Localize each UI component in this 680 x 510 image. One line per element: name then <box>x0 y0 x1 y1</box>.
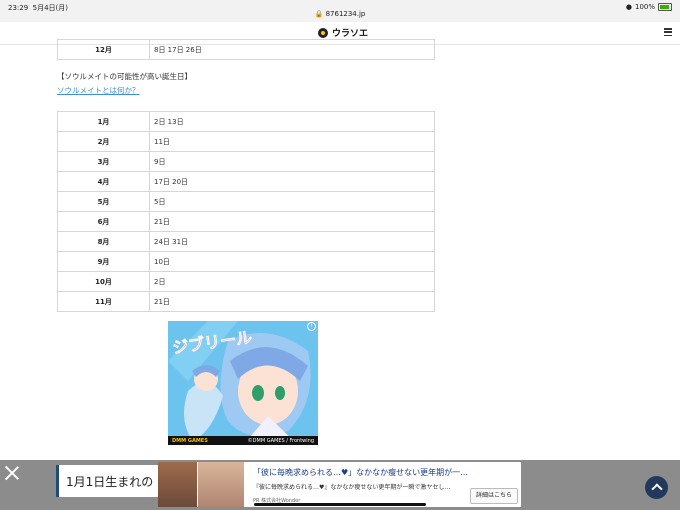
game-ad[interactable]: ジブリール i DMM GAMES ©DMM GAMES / Frontwing <box>168 321 318 445</box>
month-cell: 8月 <box>57 231 150 252</box>
table-row: 6月 21日 <box>57 211 435 232</box>
days-cell: 24日 31日 <box>149 231 435 252</box>
month-cell: 3月 <box>57 151 150 172</box>
table-row: 4月 17日 20日 <box>57 171 435 192</box>
wifi-icon: ● <box>625 3 632 11</box>
scroll-to-top-button[interactable] <box>645 476 668 499</box>
days-cell: 2日 <box>149 271 435 292</box>
days-cell: 17日 20日 <box>149 171 435 192</box>
table-row: 5月 5日 <box>57 191 435 212</box>
month-cell: 1月 <box>57 111 150 132</box>
url-text: 8761234.jp <box>325 10 366 18</box>
status-indicators: ● 100% <box>626 3 672 11</box>
table-row: 3月 9日 <box>57 151 435 172</box>
month-cell: 10月 <box>57 271 150 292</box>
home-indicator <box>254 503 426 506</box>
table-row: 12月 8日 17日 26日 <box>57 39 435 60</box>
ad-credit: ©DMM GAMES / Frontwing <box>247 437 314 444</box>
month-cell: 4月 <box>57 171 150 192</box>
soulmate-link[interactable]: ソウルメイトとは何か？ <box>57 85 140 96</box>
month-cell: 11月 <box>57 291 150 312</box>
details-button[interactable]: 詳細はこちら <box>470 488 518 504</box>
days-cell: 21日 <box>149 211 435 232</box>
table-row: 2月 11日 <box>57 131 435 152</box>
battery-percent: 100% <box>634 3 655 11</box>
table-row: 10月 2日 <box>57 271 435 292</box>
logo-icon <box>318 27 328 38</box>
ad-footer: DMM GAMES ©DMM GAMES / Frontwing <box>168 436 318 445</box>
site-name: ウラソエ <box>332 29 369 39</box>
address-bar[interactable]: 🔒 8761234.jp <box>0 10 680 18</box>
banner-title: 「彼に毎晩求められる…♥」なかなか瘦せない更年期が一… <box>253 468 469 477</box>
days-cell: 2日 13日 <box>149 111 435 132</box>
banner-thumbnail-2 <box>198 462 244 507</box>
promo-box[interactable]: 1月1日生まれの <box>56 465 160 497</box>
month-cell: 9月 <box>57 251 150 272</box>
close-icon[interactable] <box>4 465 20 481</box>
site-logo[interactable]: ウラソエ <box>318 26 368 39</box>
days-cell: 11日 <box>149 131 435 152</box>
days-cell: 9日 <box>149 151 435 172</box>
banner-ad[interactable]: 「彼に毎晩求められる…♥」なかなか瘦せない更年期が一… 『彼に毎晩求められる…♥… <box>158 462 521 507</box>
month-cell: 12月 <box>57 39 150 60</box>
ad-brand: DMM GAMES <box>172 437 208 444</box>
status-bar: 23:29 5月4日(月) 🔒 8761234.jp ● 100% <box>0 0 680 22</box>
month-cell: 5月 <box>57 191 150 212</box>
month-cell: 2月 <box>57 131 150 152</box>
banner-subtitle: 『彼に毎晩求められる…♥』なかなか瘦せない更年期が一瞬で激ヤセし… <box>253 484 451 491</box>
days-cell: 8日 17日 26日 <box>149 39 435 60</box>
section-heading: 【ソウルメイトの可能性が高い誕生日】 <box>57 72 192 81</box>
battery-icon <box>658 3 672 11</box>
days-cell: 10日 <box>149 251 435 272</box>
days-cell: 5日 <box>149 191 435 212</box>
month-cell: 6月 <box>57 211 150 232</box>
table-row: 9月 10日 <box>57 251 435 272</box>
ad-info-icon[interactable]: i <box>307 322 316 331</box>
days-cell: 21日 <box>149 291 435 312</box>
birthday-table: 1月 2日 13日 2月 11日 3月 9日 4月 17日 20日 5月 5日 6月 21日 8月 24日… <box>57 111 435 312</box>
birthday-table-top: 12月 8日 17日 26日 <box>57 39 435 60</box>
table-row: 1月 2日 13日 <box>57 111 435 132</box>
lock-icon: 🔒 <box>314 10 324 18</box>
hamburger-menu-icon[interactable] <box>664 28 672 37</box>
table-row: 8月 24日 31日 <box>57 231 435 252</box>
table-row: 11月 21日 <box>57 291 435 312</box>
promo-text: 1月1日生まれの <box>66 475 154 489</box>
banner-thumbnail-1 <box>158 462 197 507</box>
